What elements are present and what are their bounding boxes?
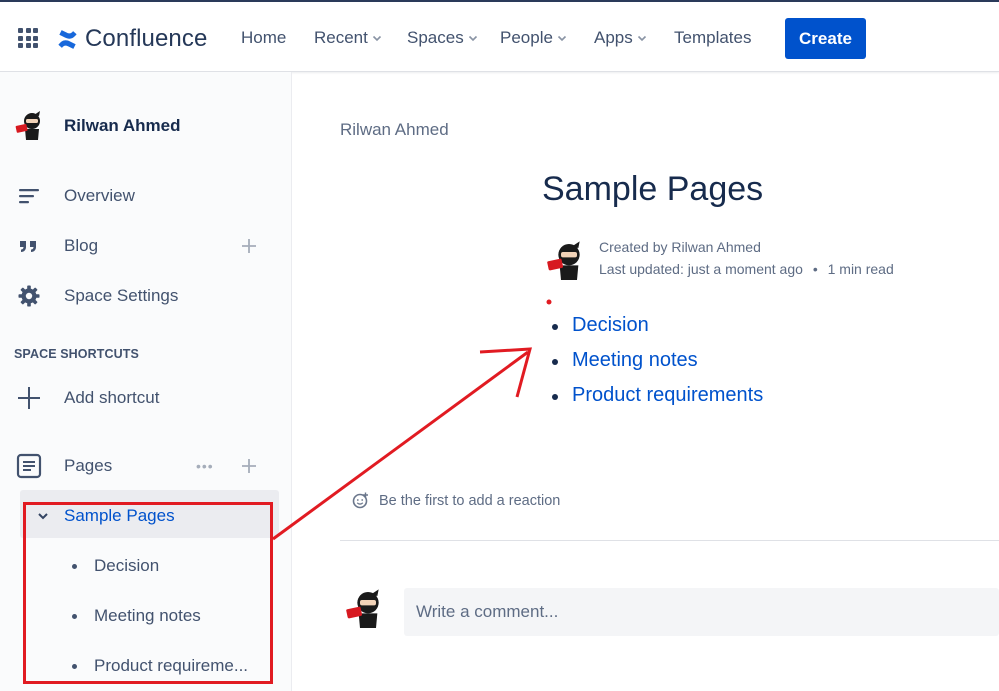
annotation-highlight-box bbox=[23, 502, 273, 684]
child-pages-list: Decision Meeting notes Product requireme… bbox=[552, 314, 763, 419]
pages-icon bbox=[16, 453, 42, 479]
space-shortcuts-heading: SPACE SHORTCUTS bbox=[14, 347, 139, 361]
breadcrumb[interactable]: Rilwan Ahmed bbox=[340, 120, 449, 140]
emoji-add-icon bbox=[352, 492, 368, 509]
space-avatar-icon bbox=[15, 111, 40, 140]
gear-icon bbox=[16, 283, 42, 309]
confluence-logo[interactable]: Confluence bbox=[56, 25, 207, 53]
comment-input[interactable]: Write a comment... bbox=[404, 588, 999, 636]
nav-recent[interactable]: Recent bbox=[314, 28, 382, 48]
chevron-down-icon bbox=[557, 35, 567, 42]
chevron-down-icon bbox=[468, 35, 477, 42]
add-blog-icon[interactable] bbox=[242, 239, 256, 253]
last-updated-text[interactable]: Last updated: just a moment ago bbox=[599, 261, 803, 277]
nav-home[interactable]: Home bbox=[241, 28, 286, 48]
child-page-link-decision[interactable]: Decision bbox=[552, 314, 763, 349]
pages-more-icon[interactable]: ••• bbox=[196, 458, 214, 474]
sidebar-item-label: Space Settings bbox=[64, 286, 179, 305]
add-reaction-button[interactable]: Be the first to add a reaction bbox=[352, 492, 560, 509]
overview-icon bbox=[16, 183, 42, 209]
pages-label: Pages bbox=[64, 456, 113, 475]
reaction-prompt-text: Be the first to add a reaction bbox=[379, 492, 561, 509]
sidebar-item-label: Overview bbox=[64, 186, 135, 205]
child-page-link-meeting-notes[interactable]: Meeting notes bbox=[552, 349, 763, 384]
add-shortcut-item[interactable]: Add shortcut bbox=[0, 384, 292, 412]
chevron-down-icon bbox=[372, 35, 381, 42]
nav-apps[interactable]: Apps bbox=[594, 28, 647, 48]
last-updated-line: Last updated: just a moment ago • 1 min … bbox=[599, 261, 894, 277]
nav-apps-label: Apps bbox=[594, 28, 633, 47]
quote-icon bbox=[16, 233, 42, 259]
byline-separator: • bbox=[812, 261, 818, 277]
sidebar-item-pages[interactable]: Pages ••• bbox=[0, 452, 292, 480]
sidebar-item-blog[interactable]: Blog bbox=[0, 232, 292, 260]
commenter-avatar-icon bbox=[346, 589, 379, 628]
child-page-link-product-requirements[interactable]: Product requirements bbox=[552, 384, 763, 419]
page-title: Sample Pages bbox=[542, 170, 764, 208]
chevron-down-icon bbox=[637, 35, 646, 42]
content-divider bbox=[340, 540, 999, 541]
add-page-icon[interactable] bbox=[242, 459, 256, 473]
space-name: Rilwan Ahmed bbox=[64, 116, 181, 135]
space-header[interactable]: Rilwan Ahmed bbox=[0, 110, 292, 142]
plus-icon bbox=[16, 385, 42, 411]
nav-home-label: Home bbox=[241, 28, 287, 47]
nav-people-label: People bbox=[500, 28, 553, 47]
app-switcher-icon[interactable] bbox=[18, 28, 38, 48]
created-by-text[interactable]: Created by Rilwan Ahmed bbox=[599, 239, 761, 255]
create-button[interactable]: Create bbox=[785, 18, 866, 59]
add-shortcut-label: Add shortcut bbox=[64, 388, 160, 407]
author-avatar-icon[interactable] bbox=[543, 240, 587, 280]
nav-spaces[interactable]: Spaces bbox=[407, 28, 478, 48]
top-navigation: Confluence Home Recent Spaces People App… bbox=[0, 0, 999, 72]
nav-recent-label: Recent bbox=[314, 28, 368, 47]
confluence-logo-icon bbox=[58, 29, 77, 49]
nav-templates[interactable]: Templates bbox=[674, 28, 751, 48]
sidebar-item-space-settings[interactable]: Space Settings bbox=[0, 282, 292, 310]
sidebar-item-overview[interactable]: Overview bbox=[0, 182, 292, 210]
nav-spaces-label: Spaces bbox=[407, 28, 464, 47]
read-time-text: 1 min read bbox=[827, 261, 894, 277]
sidebar-item-label: Blog bbox=[64, 236, 99, 255]
nav-people[interactable]: People bbox=[500, 28, 567, 48]
logo-text: Confluence bbox=[85, 25, 208, 52]
nav-templates-label: Templates bbox=[674, 28, 752, 47]
